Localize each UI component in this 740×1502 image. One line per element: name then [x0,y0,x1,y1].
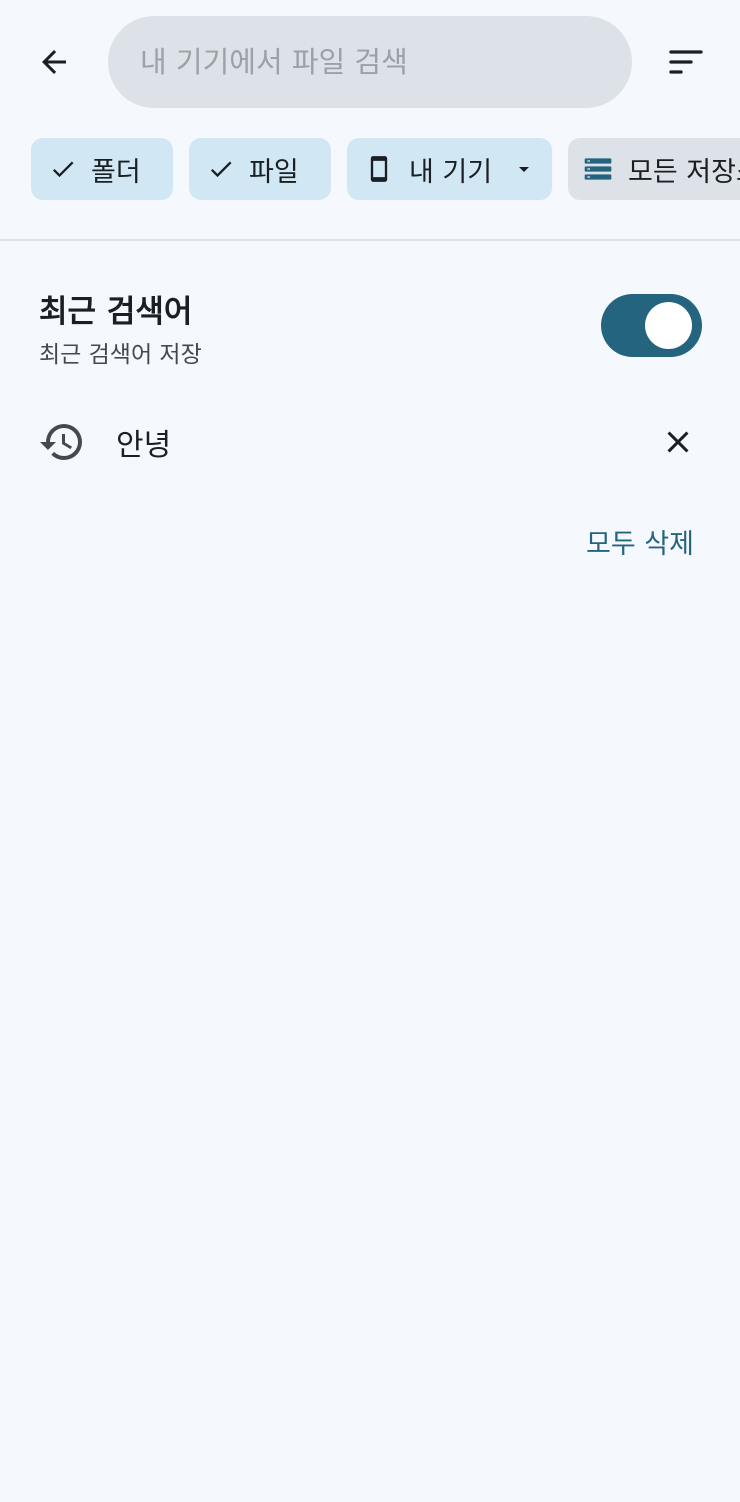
remove-history-button[interactable] [650,414,706,470]
toggle-knob [645,302,692,349]
storage-icon [582,153,614,185]
history-item-text: 안녕 [116,428,172,463]
history-icon [40,424,82,461]
arrow-back-icon [42,50,66,74]
chip-file[interactable]: 파일 [189,138,331,200]
chip-folder-label: 폴더 [91,156,141,188]
filter-chips: 폴더 파일 내 기기 모든 저장소 [0,138,740,202]
clear-all-button[interactable]: 모두 삭제 [586,522,694,561]
sort-icon [669,50,703,74]
history-item[interactable]: 안녕 [0,400,740,484]
chip-device[interactable]: 내 기기 [347,138,552,200]
divider [0,239,740,241]
save-recent-toggle[interactable] [601,294,702,357]
recent-searches-title: 최근 검색어 [39,294,193,330]
back-button[interactable] [26,34,82,90]
chip-storage[interactable]: 모든 저장소 [568,138,740,200]
recent-searches-subtitle: 최근 검색어 저장 [39,342,202,368]
check-icon [49,155,77,183]
dropdown-arrow-icon [512,157,536,181]
chip-folder[interactable]: 폴더 [31,138,173,200]
check-icon [207,155,235,183]
chip-storage-label: 모든 저장소 [628,156,740,188]
close-icon [667,431,689,453]
smartphone-icon [365,155,393,183]
sort-button[interactable] [658,34,714,90]
chip-device-label: 내 기기 [409,156,493,188]
top-app-bar [0,0,740,124]
chip-file-label: 파일 [249,156,299,188]
search-input[interactable] [108,16,632,108]
